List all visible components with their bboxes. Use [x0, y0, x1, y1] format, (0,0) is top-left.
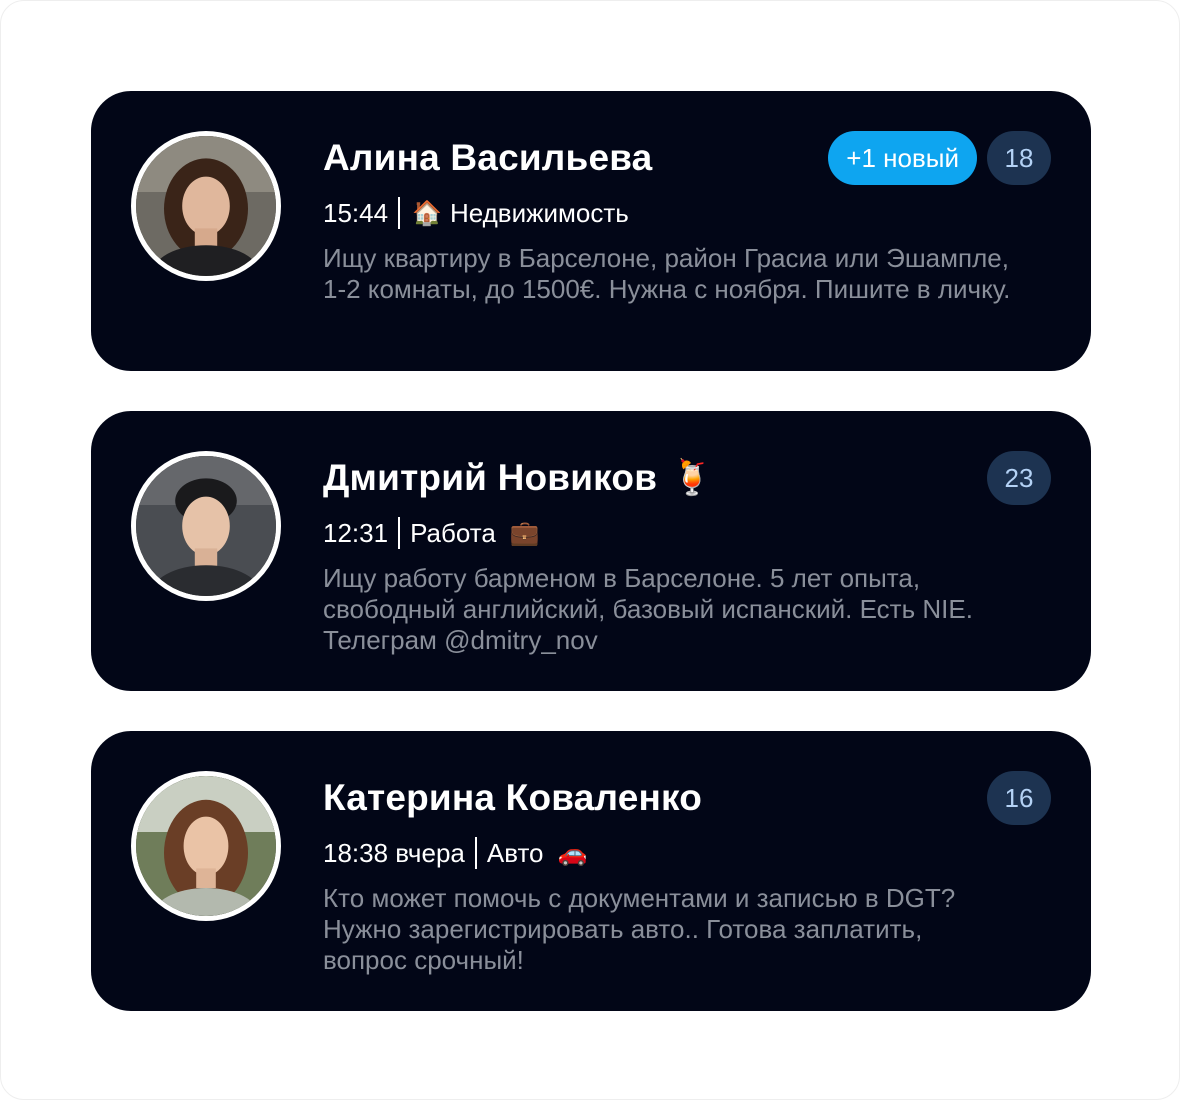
house-icon: 🏠	[412, 199, 442, 227]
post-category: Авто	[486, 837, 544, 868]
post-feed: Алина Васильева 15:44 🏠 Недвижимость Ищу…	[91, 91, 1091, 1051]
post-time: 18:38 вчера	[323, 837, 465, 868]
reply-count-badge[interactable]: 18	[987, 131, 1051, 185]
post-message: Кто может помочь с документами и записью…	[323, 883, 956, 975]
car-icon: 🚗	[557, 839, 588, 867]
post-time: 15:44	[323, 197, 389, 228]
post-message: Ищу работу барменом в Барселоне. 5 лет о…	[323, 563, 973, 655]
post-meta: 12:31 Работа 💼	[323, 513, 1023, 553]
author-name-text: Катерина Коваленко	[323, 777, 703, 818]
post-message: Ищу квартиру в Барселоне, район Грасиа и…	[323, 243, 1011, 304]
post-meta: 15:44 🏠 Недвижимость	[323, 193, 1023, 233]
meta-divider	[398, 517, 401, 549]
post-card[interactable]: Алина Васильева 15:44 🏠 Недвижимость Ищу…	[91, 91, 1091, 371]
post-time: 12:31	[323, 517, 389, 548]
meta-divider	[474, 837, 477, 869]
new-messages-badge[interactable]: +1 новый	[828, 131, 977, 185]
app-frame: Алина Васильева 15:44 🏠 Недвижимость Ищу…	[0, 0, 1180, 1100]
post-content: Катерина Коваленко 18:38 вчера Авто 🚗 Кт…	[323, 769, 1023, 976]
author-name-text: Дмитрий Новиков	[323, 457, 658, 498]
post-category: Недвижимость	[449, 197, 629, 228]
post-card[interactable]: Дмитрий Новиков 🍹 12:31 Работа 💼 Ищу раб…	[91, 411, 1091, 691]
post-category: Работа	[410, 517, 496, 548]
briefcase-icon: 💼	[509, 519, 540, 547]
post-content: Дмитрий Новиков 🍹 12:31 Работа 💼 Ищу раб…	[323, 449, 1023, 656]
author-name-text: Алина Васильева	[323, 137, 653, 178]
cocktail-icon: 🍹	[671, 459, 714, 497]
post-card[interactable]: Катерина Коваленко 18:38 вчера Авто 🚗 Кт…	[91, 731, 1091, 1011]
reply-count-badge[interactable]: 23	[987, 451, 1051, 505]
avatar[interactable]	[131, 771, 281, 921]
author-name[interactable]: Катерина Коваленко	[323, 769, 1023, 827]
avatar[interactable]	[131, 131, 281, 281]
meta-divider	[398, 197, 401, 229]
reply-count-badge[interactable]: 16	[987, 771, 1051, 825]
author-name[interactable]: Дмитрий Новиков 🍹	[323, 449, 1023, 507]
post-meta: 18:38 вчера Авто 🚗	[323, 833, 1023, 873]
avatar[interactable]	[131, 451, 281, 601]
